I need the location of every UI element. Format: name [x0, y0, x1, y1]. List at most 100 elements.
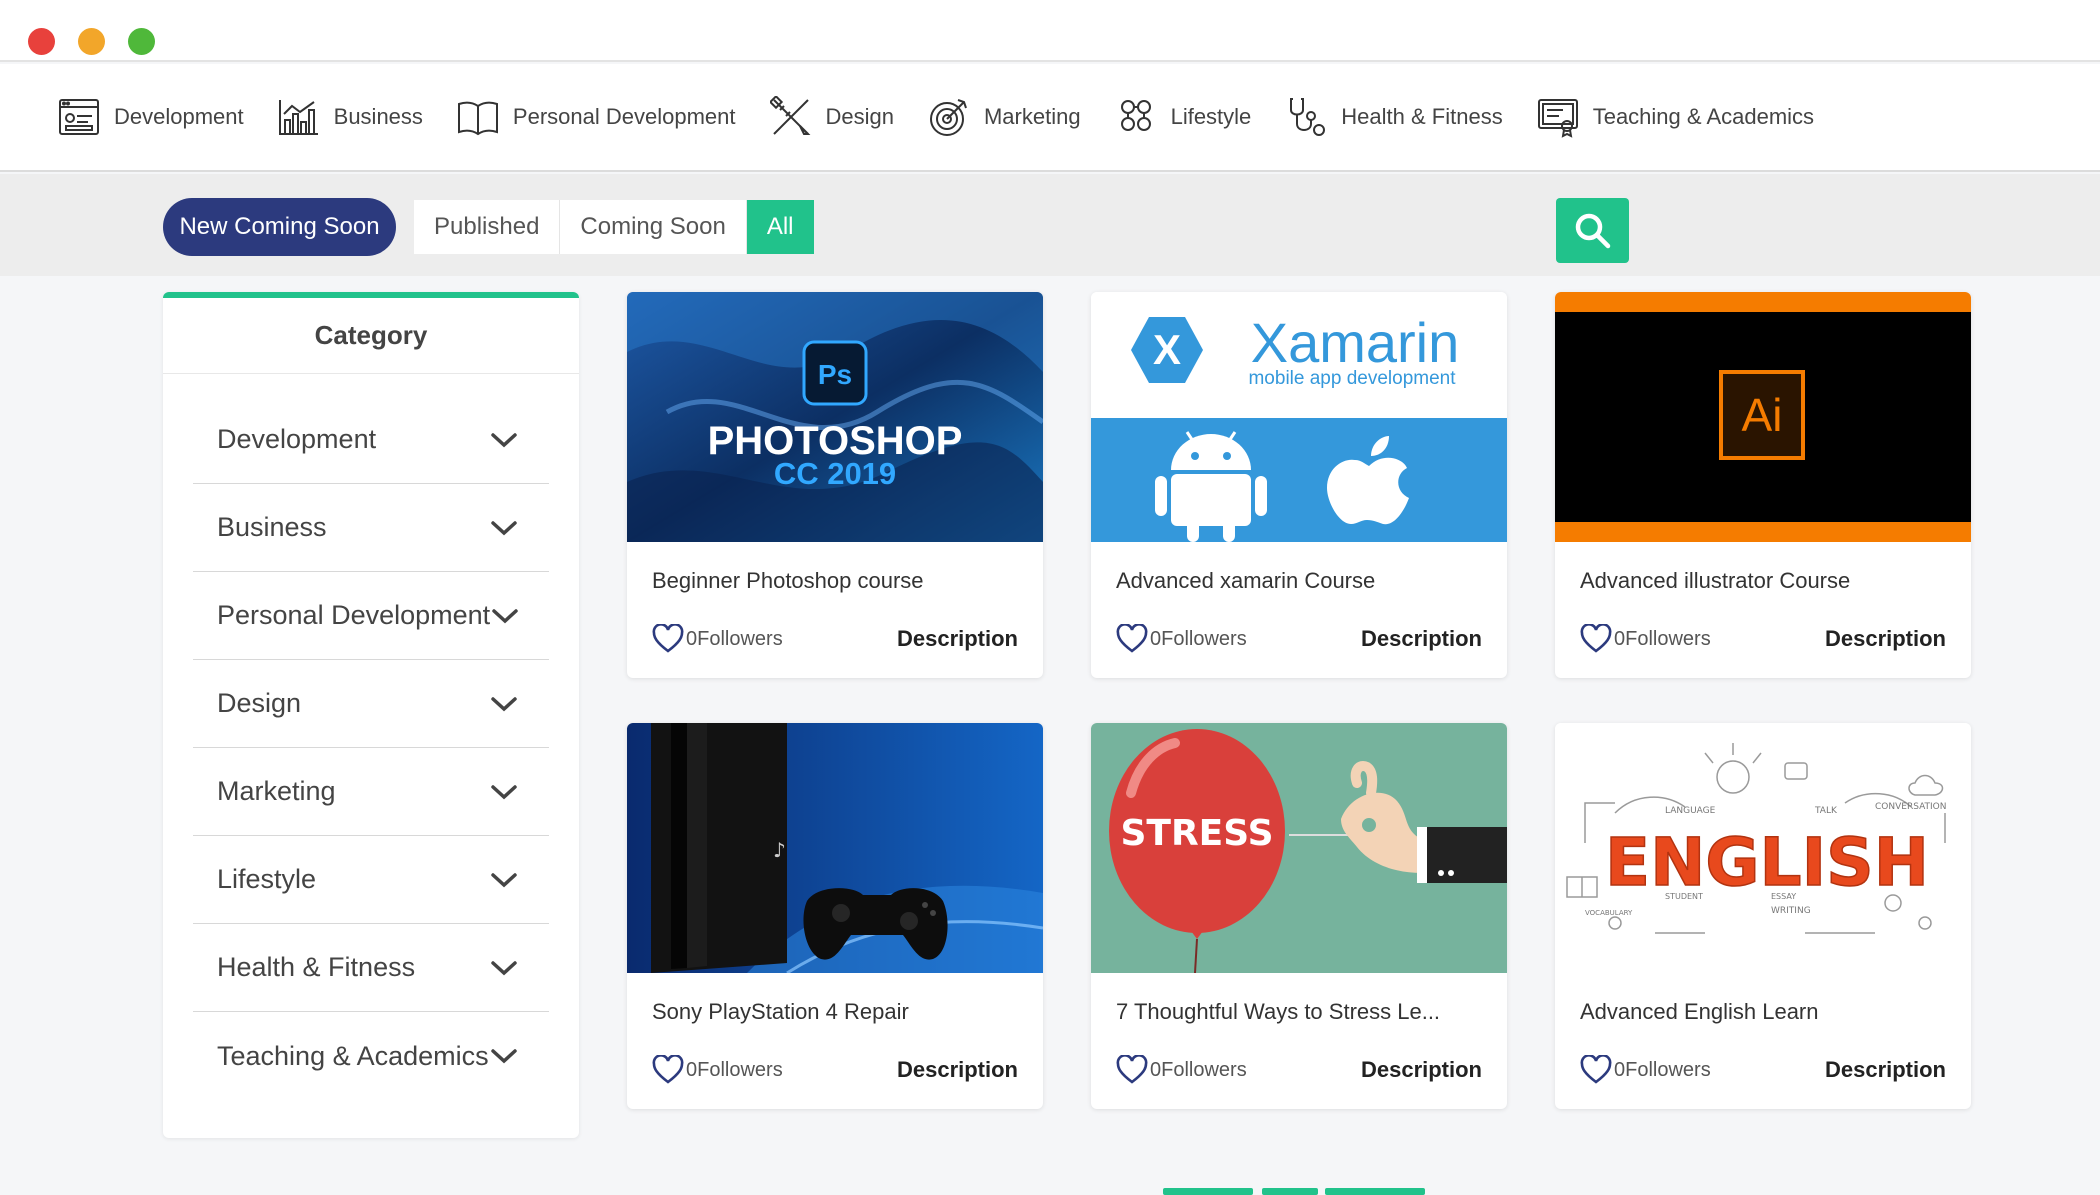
- chevron-down-icon[interactable]: [490, 606, 520, 626]
- svg-text:WRITING: WRITING: [1771, 906, 1811, 916]
- nav-item-label: Health & Fitness: [1341, 104, 1503, 129]
- maximize-window-button[interactable]: [128, 28, 155, 55]
- description-link[interactable]: Description: [897, 1057, 1018, 1083]
- svg-text:TALK: TALK: [1814, 806, 1838, 816]
- nav-item-label: Development: [114, 104, 244, 129]
- nav-item-lifestyle[interactable]: Lifestyle: [1115, 96, 1252, 138]
- course-title[interactable]: Advanced English Learn: [1580, 999, 1819, 1025]
- course-card[interactable]: ♪ Sony PlayStation 4 Repair 0Followers D…: [627, 723, 1043, 1109]
- course-footer: 0Followers Description: [1116, 1053, 1482, 1087]
- followers-count: 0Followers: [1614, 627, 1711, 650]
- course-title[interactable]: Advanced illustrator Course: [1580, 568, 1850, 594]
- tab-published[interactable]: Published: [414, 200, 561, 254]
- sidebar-item-marketing[interactable]: Marketing: [193, 748, 549, 836]
- photoshop-thumbnail-image: Ps PHOTOSHOP CC 2019: [627, 292, 1043, 542]
- sidebar-item-label: Lifestyle: [217, 864, 317, 894]
- pagination-button[interactable]: [1325, 1188, 1425, 1195]
- sidebar-item-business[interactable]: Business: [193, 484, 549, 572]
- sidebar-item-lifestyle[interactable]: Lifestyle: [193, 836, 549, 924]
- description-link[interactable]: Description: [1825, 626, 1946, 652]
- followers-count: 0Followers: [1150, 1058, 1247, 1081]
- course-card[interactable]: Ps PHOTOSHOP CC 2019 Beginner Photoshop …: [627, 292, 1043, 678]
- sidebar-item-teaching-academics[interactable]: Teaching & Academics: [193, 1012, 549, 1100]
- tab-coming-soon[interactable]: Coming Soon: [560, 200, 747, 254]
- heart-icon[interactable]: [1116, 1055, 1148, 1085]
- course-footer: 0Followers Description: [1580, 1053, 1946, 1087]
- course-title[interactable]: 7 Thoughtful Ways to Stress Le...: [1116, 999, 1440, 1025]
- nav-item-label: Personal Development: [512, 104, 736, 129]
- chevron-down-icon[interactable]: [489, 870, 519, 890]
- tab-all[interactable]: All: [746, 200, 814, 254]
- nav-item-label: Teaching & Academics: [1592, 104, 1815, 129]
- search-button[interactable]: [1556, 198, 1629, 263]
- course-card[interactable]: LANGUAGE TALK CONVERSATION STUDENT ESSAY…: [1555, 723, 1971, 1109]
- category-sidebar: Category Development Business Personal D…: [163, 292, 579, 1138]
- course-footer: 0Followers Description: [1116, 622, 1482, 656]
- course-title[interactable]: Beginner Photoshop course: [652, 568, 924, 594]
- pagination-button[interactable]: [1262, 1188, 1318, 1195]
- nav-item-personal-development[interactable]: Personal Development: [457, 96, 736, 138]
- heart-icon[interactable]: [652, 624, 684, 654]
- sidebar-item-personal-development[interactable]: Personal Development: [193, 572, 549, 660]
- course-title[interactable]: Advanced xamarin Course: [1116, 568, 1375, 594]
- svg-text:LANGUAGE: LANGUAGE: [1665, 806, 1716, 816]
- xamarin-name-text: Xamarin: [1251, 311, 1460, 374]
- course-thumbnail[interactable]: STRESS: [1091, 723, 1507, 973]
- chevron-down-icon[interactable]: [489, 1046, 519, 1066]
- heart-icon[interactable]: [1580, 1055, 1612, 1085]
- sidebar-item-label: Development: [217, 424, 377, 454]
- sidebar-title: Category: [163, 298, 579, 374]
- nav-item-health-fitness[interactable]: Health & Fitness: [1285, 96, 1503, 138]
- chevron-down-icon[interactable]: [489, 782, 519, 802]
- heart-icon[interactable]: [1116, 624, 1148, 654]
- playstation-thumbnail-image: ♪: [627, 723, 1043, 973]
- nav-item-design[interactable]: Design: [769, 96, 894, 138]
- design-tools-icon: [769, 96, 810, 135]
- course-thumbnail[interactable]: X Xamarin mobile app development: [1091, 292, 1507, 542]
- chevron-down-icon[interactable]: [489, 958, 519, 978]
- course-thumbnail[interactable]: Ps PHOTOSHOP CC 2019: [627, 292, 1043, 542]
- nav-item-marketing[interactable]: Marketing: [928, 96, 1081, 138]
- followers: 0Followers: [1580, 624, 1711, 654]
- followers: 0Followers: [652, 1055, 783, 1085]
- chevron-down-icon[interactable]: [489, 430, 519, 450]
- chevron-down-icon[interactable]: [489, 518, 519, 538]
- ai-badge-text: Ai: [1742, 389, 1783, 441]
- close-window-button[interactable]: [28, 28, 55, 55]
- description-link[interactable]: Description: [1361, 1057, 1482, 1083]
- nav-item-business[interactable]: Business: [278, 96, 423, 138]
- course-thumbnail[interactable]: ♪: [627, 723, 1043, 973]
- xamarin-tagline-text: mobile app development: [1248, 368, 1456, 389]
- description-link[interactable]: Description: [897, 626, 1018, 652]
- heart-icon[interactable]: [1580, 624, 1612, 654]
- course-card[interactable]: STRESS 7 Thoughtful Ways to Stress Le...…: [1091, 723, 1507, 1109]
- stress-word-text: STRESS: [1120, 813, 1273, 854]
- course-card[interactable]: Ai Advanced illustrator Course 0Follower…: [1555, 292, 1971, 678]
- followers-count: 0Followers: [1150, 627, 1247, 650]
- development-icon: [59, 99, 99, 135]
- sidebar-item-design[interactable]: Design: [193, 660, 549, 748]
- sidebar-item-label: Teaching & Academics: [217, 1040, 489, 1071]
- pagination-button[interactable]: [1163, 1188, 1253, 1195]
- new-coming-soon-button[interactable]: New Coming Soon: [163, 198, 396, 256]
- followers: 0Followers: [1116, 624, 1247, 654]
- nav-item-label: Lifestyle: [1170, 104, 1252, 129]
- course-thumbnail[interactable]: Ai: [1555, 292, 1971, 542]
- course-thumbnail[interactable]: LANGUAGE TALK CONVERSATION STUDENT ESSAY…: [1555, 723, 1971, 973]
- nav-item-teaching-academics[interactable]: Teaching & Academics: [1537, 96, 1814, 138]
- sidebar-item-development[interactable]: Development: [193, 396, 549, 484]
- course-title[interactable]: Sony PlayStation 4 Repair: [652, 999, 909, 1025]
- description-link[interactable]: Description: [1825, 1057, 1946, 1083]
- description-link[interactable]: Description: [1361, 626, 1482, 652]
- course-card[interactable]: X Xamarin mobile app development Advance…: [1091, 292, 1507, 678]
- nav-item-label: Design: [825, 104, 894, 129]
- book-icon: [457, 101, 498, 136]
- followers-count: 0Followers: [686, 627, 783, 650]
- nav-item-development[interactable]: Development: [58, 96, 244, 138]
- sidebar-item-health-fitness[interactable]: Health & Fitness: [193, 924, 549, 1012]
- heart-icon[interactable]: [652, 1055, 684, 1085]
- minimize-window-button[interactable]: [78, 28, 105, 55]
- search-icon: [1575, 213, 1610, 248]
- course-footer: 0Followers Description: [652, 1053, 1018, 1087]
- chevron-down-icon[interactable]: [489, 694, 519, 714]
